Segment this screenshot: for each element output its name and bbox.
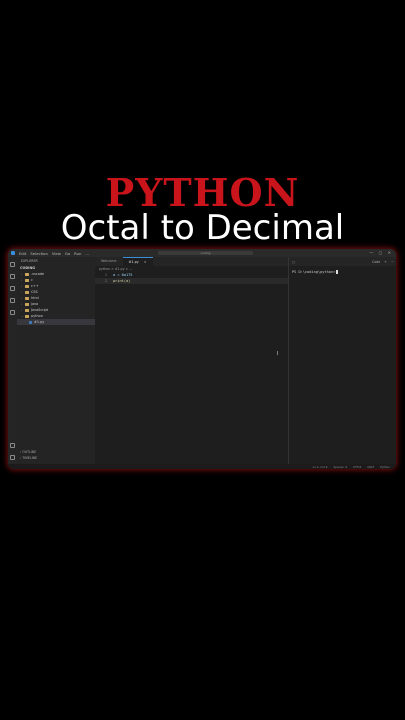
activity-bar — [8, 257, 17, 469]
terminal-prompt: PS D:\coding\python> — [292, 270, 336, 274]
editor-tabs: Welcome #1.py × — [95, 257, 288, 266]
bottom-panels: › OUTLINE › TIMELINE — [17, 449, 95, 461]
more-icon[interactable]: ··· — [391, 260, 394, 264]
status-eol[interactable]: CRLF — [367, 465, 374, 469]
tree-item-label: #1.py — [34, 320, 45, 324]
outline-label: OUTLINE — [22, 450, 37, 454]
plus-icon[interactable]: + — [384, 260, 387, 264]
status-language[interactable]: Python — [380, 465, 390, 469]
menu-view[interactable]: View — [52, 251, 61, 256]
gear-icon[interactable] — [10, 455, 15, 460]
tab-label: Welcome — [101, 259, 117, 263]
folder-icon — [25, 296, 29, 300]
status-indent[interactable]: Spaces: 4 — [333, 465, 347, 469]
folder-icon — [25, 272, 29, 276]
code-editor[interactable]: 1a = 0o175 2 print(a) — [95, 272, 288, 284]
menu-bar: Edit Selection View Go Run ... coding — … — [8, 249, 396, 257]
terminal-label[interactable]: Code — [372, 260, 380, 264]
menu-more[interactable]: ... — [85, 251, 89, 256]
code-text: print(a) — [113, 279, 131, 283]
status-encoding[interactable]: UTF-8 — [353, 465, 361, 469]
vscode-logo-icon — [11, 251, 15, 255]
vscode-window: Edit Selection View Go Run ... coding — … — [8, 249, 396, 469]
editor-area: Welcome #1.py × python > #1.py > ... 1a =… — [95, 257, 288, 469]
folder-icon — [25, 290, 29, 294]
window-controls[interactable]: — ▢ ✕ — [369, 250, 393, 255]
menu-selection[interactable]: Selection — [30, 251, 48, 256]
status-bar: Ln 2, Col 9 Spaces: 4 UTF-8 CRLF Python — [8, 464, 396, 469]
explorer-header: EXPLORER — [21, 259, 38, 263]
search-icon[interactable] — [10, 274, 15, 279]
timeline-section[interactable]: › TIMELINE — [17, 455, 95, 461]
code-line: 2 print(a) — [95, 278, 288, 284]
tree-item-file-1py[interactable]: #1.py — [17, 319, 95, 325]
tree-item-label: .vscode — [31, 272, 45, 276]
close-icon[interactable]: × — [144, 258, 147, 267]
menu-run[interactable]: Run — [74, 251, 81, 256]
timeline-label: TIMELINE — [22, 456, 38, 460]
split-icon[interactable]: ▢ — [292, 260, 295, 264]
python-file-icon — [29, 320, 32, 324]
explorer-sidebar: EXPLORER CODING › .vscode › c › c++ › CSS › h… — [17, 257, 95, 469]
folder-icon — [25, 308, 29, 312]
terminal-header: ▢ Code + ··· — [289, 257, 396, 266]
source-control-icon[interactable] — [10, 286, 15, 291]
explorer-icon[interactable] — [10, 262, 15, 267]
terminal-cursor — [336, 270, 339, 274]
account-icon[interactable] — [10, 443, 15, 448]
menu-edit[interactable]: Edit — [19, 251, 26, 256]
command-center[interactable]: coding — [158, 250, 253, 255]
folder-icon — [25, 302, 29, 306]
folder-icon — [25, 278, 29, 282]
heading-subtitle: Octal to Decimal — [60, 208, 345, 248]
terminal-output[interactable]: PS D:\coding\python> — [289, 266, 396, 278]
menu-go[interactable]: Go — [65, 251, 70, 256]
mouse-cursor-icon: I — [277, 351, 279, 357]
run-debug-icon[interactable] — [10, 298, 15, 303]
extensions-icon[interactable] — [10, 310, 15, 315]
folder-open-icon — [25, 314, 29, 318]
tab-welcome[interactable]: Welcome — [95, 257, 123, 266]
tab-1py[interactable]: #1.py × — [122, 257, 153, 267]
folder-icon — [25, 284, 29, 288]
status-position[interactable]: Ln 2, Col 9 — [313, 465, 328, 469]
terminal-panel: ▢ Code + ··· PS D:\coding\python> — [288, 257, 396, 469]
line-number: 2 — [104, 279, 107, 283]
